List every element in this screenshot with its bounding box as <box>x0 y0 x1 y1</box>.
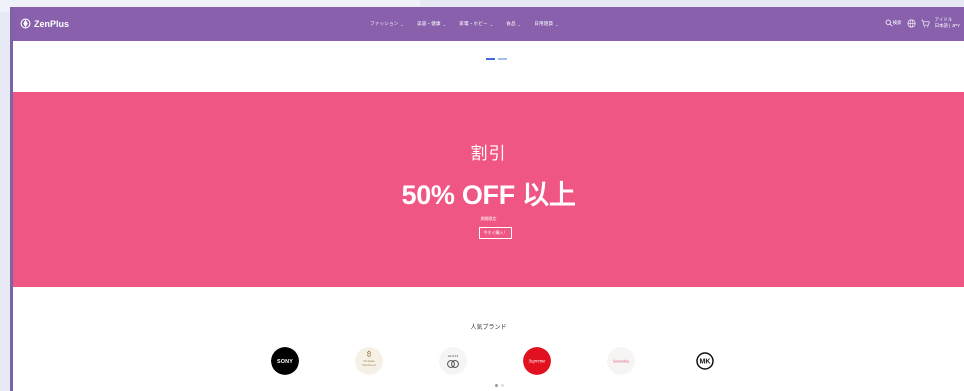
brand-page-dot[interactable] <box>501 384 504 387</box>
brand-sony[interactable]: SONY <box>271 347 299 375</box>
nav-fashion[interactable]: ファッション ⌄ <box>370 21 404 27</box>
zenplus-logo-icon <box>20 18 31 29</box>
brand-michael-kors[interactable]: MK <box>691 347 719 375</box>
cart-icon <box>921 19 930 27</box>
svg-text:Samantha: Samantha <box>613 358 629 363</box>
shop-now-button[interactable]: 今すぐ購入！ <box>479 227 512 239</box>
svg-text:Westwood: Westwood <box>362 363 376 367</box>
carousel-indicators <box>486 58 507 60</box>
sale-title: 50% OFF 以上 <box>401 180 576 210</box>
search-label: 検索 <box>892 20 902 25</box>
nav-food[interactable]: 食品 ⌄ <box>506 21 521 27</box>
brand-carousel-pagination <box>495 384 504 387</box>
sale-kicker: 割引 <box>470 144 507 163</box>
svg-text:GUCCI: GUCCI <box>448 354 459 358</box>
brand-gucci[interactable]: GUCCI <box>439 347 467 375</box>
site-header: ZenPlus ファッション ⌄ 美容・健康 ⌄ 家電・ホビー ⌄ 食品 ⌄ 日用雑貨 ⌄… <box>13 7 964 41</box>
popular-brands-title: 人気ブランド <box>470 325 507 331</box>
carousel-indicator[interactable] <box>498 58 507 60</box>
carousel-indicator-active[interactable] <box>486 58 495 60</box>
nav-daily-goods-label: 日用雑貨 <box>534 21 554 26</box>
sale-banner: 割引 50% OFF 以上 期間限定 今すぐ購入！ <box>13 92 964 287</box>
brand-supreme[interactable]: Supreme <box>523 347 551 375</box>
nav-food-label: 食品 <box>506 21 516 26</box>
gucci-logo-icon: GUCCI <box>439 347 467 375</box>
chevron-down-icon: ⌄ <box>555 21 559 27</box>
chevron-down-icon: ⌄ <box>517 21 522 27</box>
nav-electronics-hobby[interactable]: 家電・ホビー ⌄ <box>459 21 493 27</box>
globe-icon <box>907 19 916 27</box>
primary-navigation: ファッション ⌄ 美容・健康 ⌄ 家電・ホビー ⌄ 食品 ⌄ 日用雑貨 ⌄ <box>370 21 559 27</box>
nav-daily-goods[interactable]: 日用雑貨 ⌄ <box>534 21 559 27</box>
sony-logo-icon: SONY <box>271 347 299 375</box>
cart-button[interactable] <box>921 19 930 28</box>
chevron-down-icon: ⌄ <box>400 21 404 27</box>
brand-carousel: SONY Vivienne Westwood GUCCI Supreme Sam… <box>271 347 719 375</box>
nav-electronics-hobby-label: 家電・ホビー <box>459 21 488 26</box>
nav-fashion-label: ファッション <box>370 21 399 26</box>
svg-text:Supreme: Supreme <box>529 360 546 365</box>
chevron-down-icon: ⌄ <box>489 21 494 27</box>
brand-samantha-thavasa[interactable]: Samantha <box>607 347 635 375</box>
vivienne-westwood-logo-icon: Vivienne Westwood <box>355 347 383 375</box>
search-icon <box>885 19 893 27</box>
language-currency: 日本語 | JPY <box>934 23 960 28</box>
brand-vivienne-westwood[interactable]: Vivienne Westwood <box>355 347 383 375</box>
samantha-thavasa-logo-icon: Samantha <box>607 347 635 375</box>
brand-name: ZenPlus <box>34 18 70 29</box>
nav-beauty-health[interactable]: 美容・健康 ⌄ <box>417 21 446 27</box>
chevron-down-icon: ⌄ <box>442 21 447 27</box>
sale-subtitle: 期間限定 <box>480 216 497 221</box>
account-menu[interactable]: アイドル 日本語 | JPY <box>935 17 960 29</box>
site-logo[interactable]: ZenPlus <box>20 18 69 29</box>
michael-kors-logo-icon: MK <box>691 347 719 375</box>
search-button[interactable]: 検索 <box>885 19 902 27</box>
language-button[interactable] <box>907 19 916 28</box>
brand-page-dot-active[interactable] <box>495 384 498 387</box>
svg-text:MK: MK <box>700 359 711 366</box>
header-actions: 検索 アイドル 日本語 | JPY <box>885 17 960 29</box>
nav-beauty-health-label: 美容・健康 <box>416 21 441 26</box>
browser-viewport: ZenPlus ファッション ⌄ 美容・健康 ⌄ 家電・ホビー ⌄ 食品 ⌄ 日用雑貨 ⌄… <box>10 7 964 391</box>
svg-text:SONY: SONY <box>277 359 293 365</box>
supreme-logo-icon: Supreme <box>523 347 551 375</box>
